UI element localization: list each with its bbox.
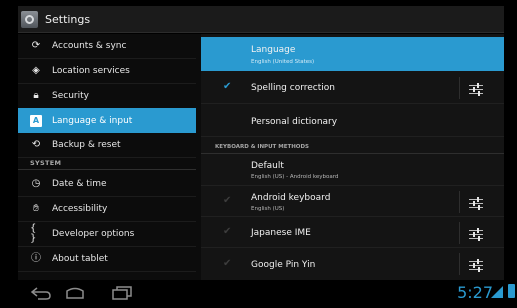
sidebar-item-location-services[interactable]: ◈ Location services (18, 59, 196, 84)
sidebar-item-security[interactable]: 🔒︎ Security (18, 84, 196, 109)
backup-icon: ⟲ (31, 139, 41, 150)
sidebar-item-date-time[interactable]: ◷ Date & time (18, 172, 196, 197)
android-keyboard-title: Android keyboard (251, 193, 331, 203)
navigation-bar: 5:27 (0, 280, 517, 308)
row-divider (459, 191, 460, 213)
sidebar-item-label: Accounts & sync (52, 41, 127, 51)
google-pinyin-row[interactable]: ✔ Google Pin Yin (201, 249, 504, 280)
sidebar-item-developer-options[interactable]: { } Developer options (18, 222, 196, 247)
personal-dictionary-row[interactable]: Personal dictionary (201, 105, 504, 137)
section-header-system: SYSTEM (30, 159, 62, 167)
default-input-row[interactable]: Default English (US) - Android keyboard (201, 154, 504, 186)
row-divider (459, 77, 460, 99)
language-row[interactable]: Language English (United States) (201, 37, 504, 71)
personal-dictionary-title: Personal dictionary (251, 117, 338, 127)
spelling-correction-title: Spelling correction (251, 83, 335, 93)
battery-icon (508, 284, 515, 298)
language-title: Language (251, 45, 296, 55)
checkmark-icon[interactable]: ✔ (223, 226, 231, 237)
sidebar-item-label: Developer options (52, 229, 135, 239)
checkmark-icon[interactable]: ✔ (223, 81, 231, 92)
language-icon: A (30, 114, 42, 127)
settings-sliders-icon[interactable] (469, 196, 485, 210)
sidebar-item-label: Security (52, 91, 89, 101)
sidebar-item-label: Accessibility (52, 204, 108, 214)
sidebar-item-backup-reset[interactable]: ⟲ Backup & reset (18, 133, 196, 158)
home-icon[interactable] (64, 286, 86, 300)
sidebar-item-label: Language & input (52, 115, 133, 126)
section-divider (18, 169, 196, 170)
checkmark-icon[interactable]: ✔ (223, 258, 231, 269)
info-icon: ⓘ (31, 253, 41, 264)
back-icon[interactable] (30, 286, 52, 300)
row-divider (459, 222, 460, 244)
settings-sliders-icon[interactable] (469, 227, 485, 241)
sync-icon: ⟳ (31, 40, 41, 51)
android-keyboard-subtitle: English (US) (251, 206, 285, 212)
clock-icon: ◷ (31, 178, 41, 189)
default-subtitle: English (US) - Android keyboard (251, 174, 339, 180)
detail-panel: Language English (United States) ✔ Spell… (201, 34, 504, 280)
hand-icon: ✋︎ (33, 203, 39, 214)
spelling-correction-row[interactable]: ✔ Spelling correction (201, 72, 504, 104)
category-keyboard-input-methods: KEYBOARD & INPUT METHODS (215, 144, 310, 150)
sidebar-item-label: Backup & reset (52, 140, 121, 150)
sidebar-item-label: About tablet (52, 254, 108, 264)
braces-icon: { } (30, 223, 37, 244)
sidebar-item-about-tablet[interactable]: ⓘ About tablet (18, 247, 196, 272)
page-title: Settings (45, 13, 91, 26)
lock-icon: 🔒︎ (33, 90, 39, 101)
checkmark-icon[interactable]: ✔ (223, 195, 231, 206)
settings-sliders-icon[interactable] (469, 258, 485, 272)
settings-sliders-icon[interactable] (469, 82, 485, 96)
sidebar-item-language-input[interactable]: A Language & input (18, 108, 196, 133)
recent-apps-icon[interactable] (111, 286, 133, 300)
sidebar-item-label: Location services (52, 66, 130, 76)
sidebar: ⟳ Accounts & sync ◈ Location services 🔒︎… (18, 34, 196, 280)
row-divider (459, 253, 460, 275)
japanese-ime-title: Japanese IME (251, 228, 311, 238)
sidebar-item-accessibility[interactable]: ✋︎ Accessibility (18, 197, 196, 222)
japanese-ime-row[interactable]: ✔ Japanese IME (201, 218, 504, 248)
language-subtitle: English (United States) (251, 59, 315, 65)
default-title: Default (251, 161, 284, 171)
wifi-signal-icon (491, 286, 503, 298)
title-bar: Settings (18, 6, 504, 33)
android-keyboard-row[interactable]: ✔ Android keyboard English (US) (201, 187, 504, 217)
settings-app-icon[interactable] (21, 11, 38, 28)
sidebar-item-label: Date & time (52, 179, 107, 189)
content-area: ⟳ Accounts & sync ◈ Location services 🔒︎… (18, 34, 504, 280)
location-icon: ◈ (32, 65, 40, 76)
google-pinyin-title: Google Pin Yin (251, 260, 316, 270)
sidebar-item-accounts-sync[interactable]: ⟳ Accounts & sync (18, 34, 196, 59)
clock[interactable]: 5:27 (457, 283, 493, 302)
